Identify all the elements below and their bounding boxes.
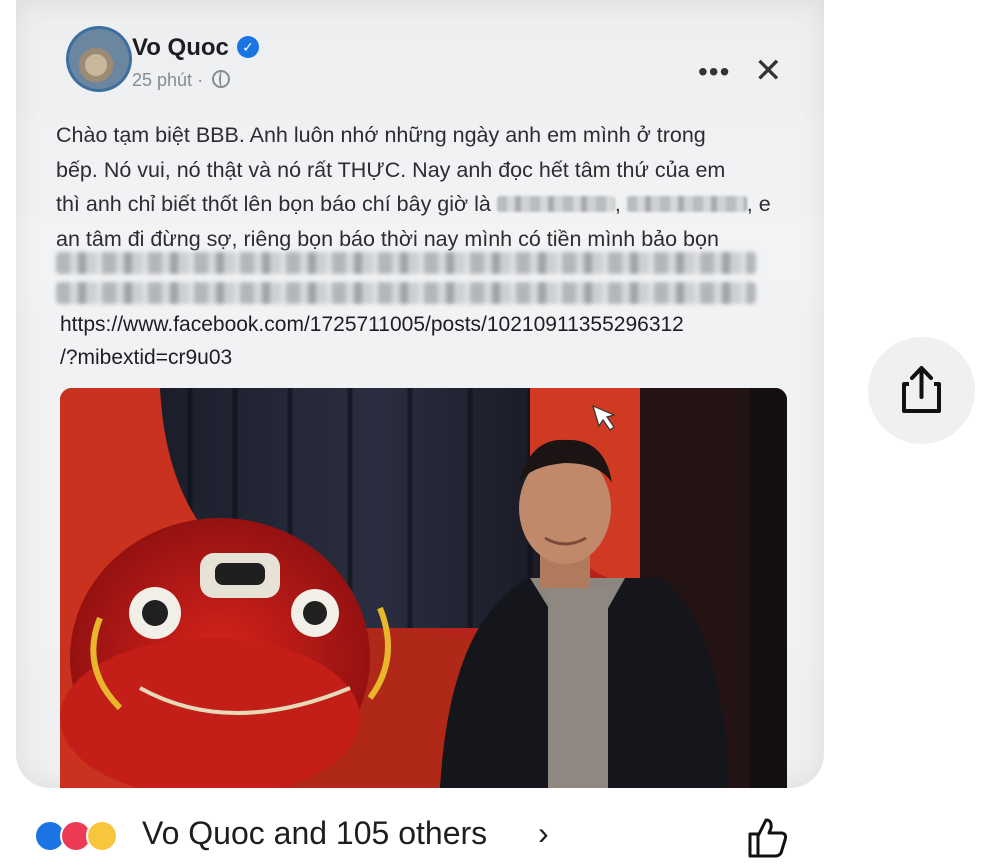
- post-text-segment: thì anh chỉ biết thốt lên bọn báo chí bâ…: [56, 192, 491, 216]
- more-options-button[interactable]: •••: [698, 56, 730, 88]
- avatar-image: [69, 29, 129, 89]
- share-icon: [902, 366, 941, 413]
- photo-image: [60, 388, 787, 788]
- close-button[interactable]: ✕: [754, 54, 783, 88]
- redacted-line: [56, 252, 756, 274]
- meta-separator: ·: [197, 70, 204, 90]
- post-text: Chào tạm biệt BBB. Anh luôn nhớ những ng…: [56, 118, 796, 256]
- reactions-count-text[interactable]: Vo Quoc and 105 others: [142, 815, 487, 852]
- post-meta: 25 phút ·: [132, 70, 231, 91]
- globe-icon: [212, 70, 231, 88]
- redacted-text: [626, 196, 747, 212]
- more-options-icon: •••: [698, 56, 731, 87]
- share-button[interactable]: [868, 337, 975, 444]
- author-avatar[interactable]: [66, 26, 132, 92]
- post-text-segment: , e: [746, 192, 771, 216]
- post-text-line: bếp. Nó vui, nó thật và nó rất THỰC. Nay…: [56, 157, 726, 182]
- post-text-line: Chào tạm biệt BBB. Anh luôn nhớ những ng…: [56, 123, 706, 147]
- verified-badge-icon: ✓: [237, 36, 259, 58]
- post-text-line: thì anh chỉ biết thốt lên bọn báo chí bâ…: [56, 187, 796, 222]
- redacted-text: [496, 196, 615, 212]
- author-name[interactable]: Vo Quoc: [132, 34, 229, 62]
- link-line: https://www.facebook.com/1725711005/post…: [60, 313, 684, 336]
- redacted-line: [56, 282, 756, 304]
- chevron-right-icon[interactable]: ›: [538, 815, 549, 852]
- care-reaction-icon: [86, 820, 118, 852]
- thumbs-up-icon: [748, 818, 788, 858]
- post-link[interactable]: https://www.facebook.com/1725711005/post…: [60, 308, 800, 374]
- link-line: /?mibextid=cr9u03: [60, 346, 233, 369]
- post-photo[interactable]: [60, 388, 787, 788]
- like-button[interactable]: [742, 812, 792, 862]
- post-time[interactable]: 25 phút: [132, 70, 192, 90]
- post-text-segment: ,: [614, 192, 621, 216]
- close-icon: ✕: [754, 52, 783, 90]
- post-text-line: an tâm đi đừng sợ, riêng bọn báo thời na…: [56, 226, 719, 251]
